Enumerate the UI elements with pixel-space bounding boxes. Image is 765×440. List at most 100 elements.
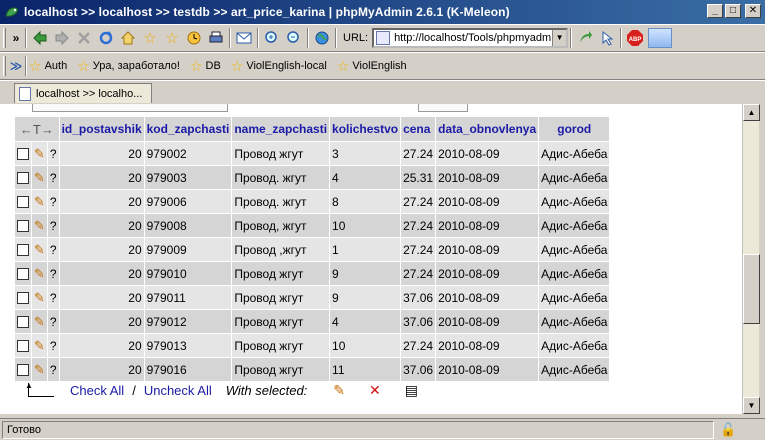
history-icon[interactable]	[183, 27, 205, 49]
forward-icon[interactable]	[51, 27, 73, 49]
maximize-button[interactable]: □	[725, 4, 741, 18]
table-row[interactable]: ✎? 20 979002 Провод жгут 3 27.24 2010-08-09 Ади…	[15, 142, 610, 165]
toolbar-grip[interactable]	[3, 56, 6, 76]
cutoff-select[interactable]	[32, 104, 228, 112]
row-checkbox[interactable]	[17, 196, 29, 209]
bookmark-violenglish[interactable]: ☆ ViolEnglish	[337, 58, 407, 75]
row-marker[interactable]: ?	[50, 291, 57, 305]
table-row[interactable]: ✎? 20 979009 Провод ,жгут 1 27.24 2010-08-09 Ад…	[15, 238, 610, 261]
header-id-postavshik[interactable]: id_postavshik	[59, 117, 144, 141]
edit-pencil-icon[interactable]: ✎	[34, 218, 45, 233]
sidebar-panel-icon[interactable]	[646, 27, 674, 49]
go-icon[interactable]	[574, 27, 596, 49]
home-icon[interactable]	[117, 27, 139, 49]
header-cena[interactable]: cena	[401, 117, 436, 141]
table-row[interactable]: ✎? 20 979003 Провод. жгут 4 25.31 2010-08-09 Ад…	[15, 166, 610, 189]
uncheck-all-link[interactable]: Uncheck All	[144, 383, 212, 398]
vertical-scrollbar[interactable]: ▲ ▼	[742, 104, 760, 414]
toolbar-grip[interactable]	[3, 28, 6, 48]
url-text[interactable]: http://localhost/Tools/phpmyadm	[394, 32, 554, 44]
header-data-obnovlenya[interactable]: data_obnovlenya	[436, 117, 539, 141]
table-row[interactable]: ✎? 20 979012 Провод жгут 4 37.06 2010-08-09 Ади…	[15, 310, 610, 333]
url-dropdown-icon[interactable]: ▼	[552, 30, 567, 46]
row-marker[interactable]: ?	[50, 195, 57, 209]
row-checkbox[interactable]	[17, 364, 29, 377]
close-button[interactable]: ✕	[745, 4, 761, 18]
print-icon[interactable]	[205, 27, 227, 49]
header-kolichestvo[interactable]: kolichestvo	[330, 117, 401, 141]
bookmarks-chevron[interactable]: ≫	[9, 59, 23, 73]
row-checkbox[interactable]	[17, 268, 29, 281]
add-bookmark-icon[interactable]: ☆	[161, 27, 183, 49]
url-input[interactable]: http://localhost/Tools/phpmyadm ▼	[372, 28, 569, 48]
bookmark-db[interactable]: ☆ DB	[190, 58, 221, 75]
edit-pencil-icon[interactable]: ✎	[34, 146, 45, 161]
column-sort-arrows[interactable]: ←T→	[15, 117, 59, 141]
row-checkbox[interactable]	[17, 340, 29, 353]
security-lock-icon[interactable]: 🔓	[720, 422, 736, 438]
edit-pencil-icon[interactable]: ✎	[34, 242, 45, 257]
header-kod-zapchasti[interactable]: kod_zapchasti	[144, 117, 232, 141]
row-marker[interactable]: ?	[50, 267, 57, 281]
cutoff-input[interactable]	[418, 104, 468, 112]
cursor-icon[interactable]	[596, 27, 618, 49]
edit-pencil-icon[interactable]: ✎	[34, 170, 45, 185]
zoom-out-icon[interactable]	[283, 27, 305, 49]
row-checkbox[interactable]	[17, 292, 29, 305]
row-edit-cell: ✎	[32, 262, 47, 285]
table-cell-cena: 37.06	[401, 310, 436, 333]
row-marker[interactable]: ?	[50, 363, 57, 377]
row-checkbox[interactable]	[17, 316, 29, 329]
table-row[interactable]: ✎? 20 979006 Провод. жгут 8 27.24 2010-08-09 Ад…	[15, 190, 610, 213]
edit-pencil-icon[interactable]: ✎	[34, 314, 45, 329]
check-all-link[interactable]: Check All	[70, 383, 124, 398]
zoom-in-icon[interactable]	[261, 27, 283, 49]
table-row[interactable]: ✎? 20 979016 Провод жгут 11 37.06 2010-08-09 Ад…	[15, 358, 610, 381]
delete-icon[interactable]: ✕	[369, 382, 381, 399]
header-name-zapchasti[interactable]: name_zapchasti	[232, 117, 330, 141]
row-marker[interactable]: ?	[50, 339, 57, 353]
row-checkbox[interactable]	[17, 220, 29, 233]
scroll-thumb[interactable]	[743, 254, 760, 324]
row-marker[interactable]: ?	[50, 243, 57, 257]
scroll-up-icon[interactable]: ▲	[743, 104, 760, 121]
export-icon[interactable]: ▤	[405, 382, 418, 399]
edit-pencil-icon[interactable]: ✎	[34, 290, 45, 305]
row-checkbox-cell	[15, 310, 31, 333]
table-cell-cena: 27.24	[401, 238, 436, 261]
edit-pencil-icon[interactable]: ✎	[34, 266, 45, 281]
bookmark-ura[interactable]: ☆ Ура, заработало!	[77, 58, 180, 75]
header-gorod[interactable]: gorod	[539, 117, 610, 141]
scroll-down-icon[interactable]: ▼	[743, 397, 760, 414]
row-marker[interactable]: ?	[50, 147, 57, 161]
table-row[interactable]: ✎? 20 979013 Провод жгут 10 27.24 2010-08-09 Ад…	[15, 334, 610, 357]
mail-icon[interactable]	[233, 27, 255, 49]
table-row[interactable]: ✎? 20 979010 Провод жгут 9 27.24 2010-08-09 Ади…	[15, 262, 610, 285]
row-checkbox[interactable]	[17, 172, 29, 185]
globe-icon[interactable]	[311, 27, 333, 49]
separator	[335, 28, 337, 48]
reload-icon[interactable]	[95, 27, 117, 49]
bookmark-violenglish-local[interactable]: ☆ ViolEnglish-local	[231, 58, 327, 75]
edit-pencil-icon[interactable]: ✎	[34, 194, 45, 209]
bookmark-icon: ☆	[230, 57, 244, 74]
row-checkbox[interactable]	[17, 148, 29, 161]
tab-active[interactable]: localhost >> localho...	[14, 83, 152, 103]
bookmark-auth[interactable]: ☆ Auth	[29, 58, 67, 75]
table-row[interactable]: ✎? 20 979008 Провод, жгут 10 27.24 2010-08-09 А…	[15, 214, 610, 237]
edit-pencil-icon[interactable]: ✎	[333, 382, 345, 399]
row-marker[interactable]: ?	[50, 171, 57, 185]
row-marker[interactable]: ?	[50, 315, 57, 329]
back-icon[interactable]	[29, 27, 51, 49]
minimize-button[interactable]: _	[707, 4, 723, 18]
table-row[interactable]: ✎? 20 979011 Провод жгут 9 37.06 2010-08-09 Ади…	[15, 286, 610, 309]
toolbar-chevron[interactable]: »	[9, 31, 23, 45]
row-checkbox[interactable]	[17, 244, 29, 257]
edit-pencil-icon[interactable]: ✎	[34, 362, 45, 377]
edit-pencil-icon[interactable]: ✎	[34, 338, 45, 353]
stop-icon[interactable]	[73, 27, 95, 49]
row-checkbox-cell	[15, 238, 31, 261]
bookmark-star-icon[interactable]: ☆	[139, 27, 161, 49]
row-marker[interactable]: ?	[50, 219, 57, 233]
adblock-icon[interactable]: ABP	[624, 27, 646, 49]
